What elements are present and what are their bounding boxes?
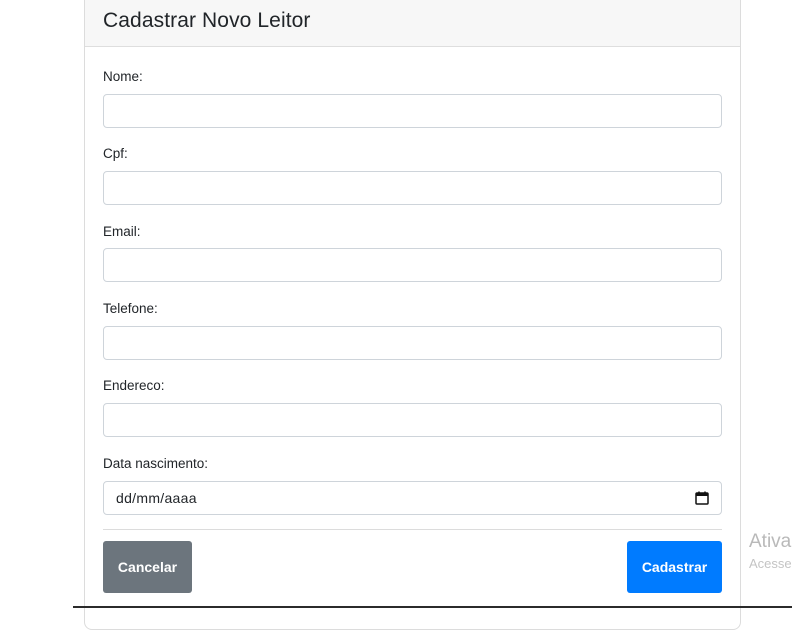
endereco-label: Endereco: (103, 378, 165, 393)
data-nascimento-label: Data nascimento: (103, 456, 209, 471)
form-divider (103, 529, 722, 530)
telefone-input[interactable] (103, 326, 722, 360)
cancel-button[interactable]: Cancelar (103, 541, 192, 593)
nome-input[interactable] (103, 94, 722, 128)
calendar-icon[interactable] (695, 491, 709, 505)
submit-button[interactable]: Cadastrar (627, 541, 722, 593)
page-title: Cadastrar Novo Leitor (103, 9, 311, 32)
cpf-input[interactable] (103, 171, 722, 205)
email-label: Email: (103, 224, 141, 239)
email-input[interactable] (103, 248, 722, 282)
nome-label: Nome: (103, 69, 143, 84)
date-placeholder: dd/mm/aaaa (116, 490, 197, 506)
activate-windows-subtitle: Acesse (749, 556, 792, 571)
card-header: Cadastrar Novo Leitor (85, 0, 740, 47)
data-nascimento-input[interactable]: dd/mm/aaaa (103, 481, 722, 515)
register-reader-card: Cadastrar Novo Leitor Nome: Cpf: Email: … (84, 0, 741, 630)
cpf-label: Cpf: (103, 146, 128, 161)
activate-windows-title: Ativa (749, 531, 792, 552)
telefone-label: Telefone: (103, 301, 158, 316)
endereco-input[interactable] (103, 403, 722, 437)
